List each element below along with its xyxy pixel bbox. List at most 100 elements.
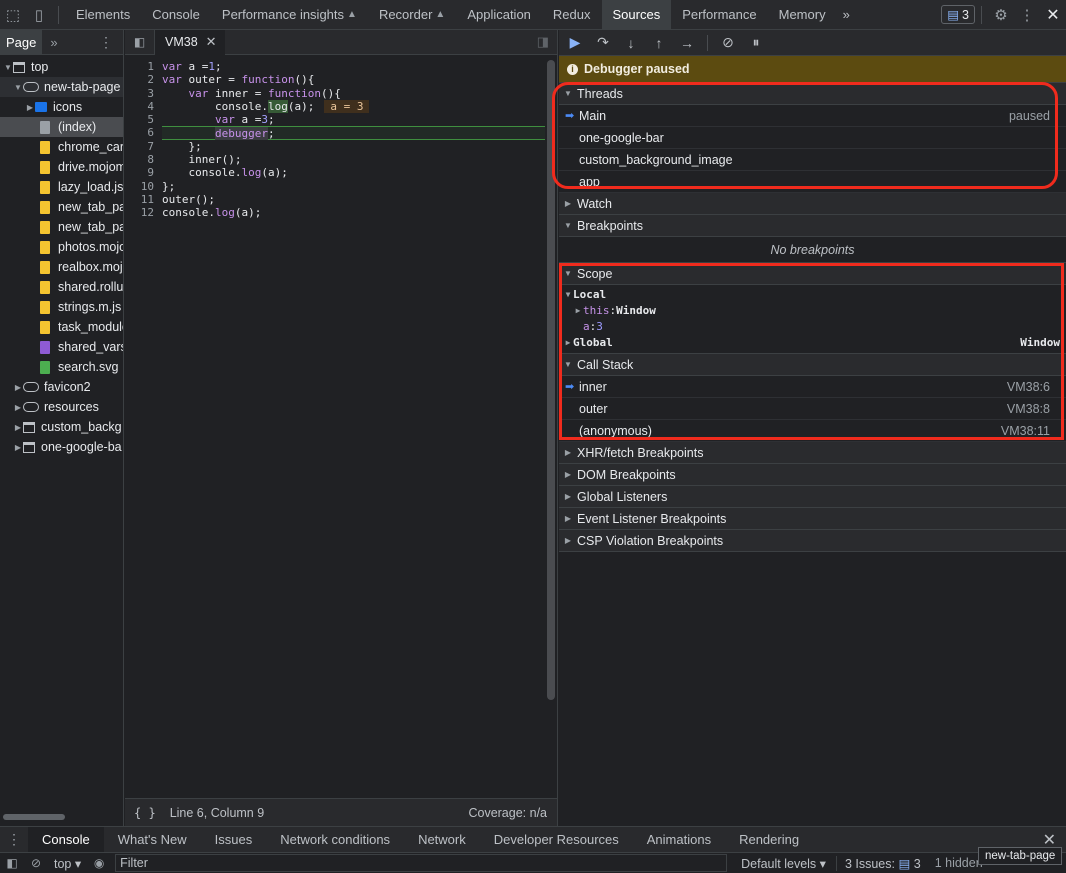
tree-item-file[interactable]: new_tab_pa <box>0 217 123 237</box>
breakpoints-section-header[interactable]: ▼ Breakpoints <box>559 215 1066 237</box>
tree-item-file[interactable]: realbox.mojo <box>0 257 123 277</box>
drawer-tab-animations[interactable]: Animations <box>633 827 725 853</box>
sidebar-toggle-icon[interactable]: ◧ <box>0 856 24 870</box>
close-icon[interactable]: ✕ <box>1040 0 1066 30</box>
device-toolbar-icon[interactable]: ▯ <box>26 0 52 30</box>
issues-label: 3 Issues: <box>844 856 895 871</box>
cloud-icon <box>23 382 39 392</box>
tab-performance-insights[interactable]: Performance insights ▲ <box>211 0 368 30</box>
tab-redux[interactable]: Redux <box>542 0 602 30</box>
paused-message: Debugger paused <box>584 62 690 76</box>
horizontal-scrollbar[interactable] <box>3 814 65 820</box>
drawer-tab-console[interactable]: Console <box>28 826 104 853</box>
tree-item-new-tab-page[interactable]: ▼ new-tab-page <box>0 77 123 97</box>
drawer-tab-network-conditions[interactable]: Network conditions <box>266 827 404 853</box>
editor-tab-bar: ◧ VM38 ✕ ◨ <box>125 29 557 55</box>
kebab-menu-icon[interactable]: ⋮ <box>0 831 28 848</box>
tree-item-file[interactable]: photos.mojo <box>0 237 123 257</box>
tree-item-label: drive.mojom <box>58 160 123 174</box>
tab-recorder[interactable]: Recorder ▲ <box>368 0 456 30</box>
kebab-menu-icon[interactable]: ⋮ <box>1014 0 1040 30</box>
close-icon[interactable]: ✕ <box>206 34 217 50</box>
more-tabs-button[interactable]: » <box>837 0 856 30</box>
resume-icon[interactable]: ▶ <box>567 34 583 51</box>
watch-section-header[interactable]: ▶ Watch <box>559 193 1066 215</box>
code-area[interactable]: 1 var a =1; 2 var outer = function(){ 3 va… <box>125 60 545 220</box>
code-text: outer(); <box>162 192 215 206</box>
code-line: 2 var outer = function(){ <box>125 73 545 86</box>
line-number: 8 <box>147 153 154 167</box>
issues-badge[interactable]: ▤ 3 <box>941 5 975 24</box>
deactivate-breakpoints-icon[interactable]: ⊘ <box>720 34 736 51</box>
drawer-tab-bar: ⋮ Console What's New Issues Network cond… <box>0 826 1066 853</box>
tree-item-label: lazy_load.js <box>58 180 123 194</box>
xhr-breakpoints-section-header[interactable]: ▶ XHR/fetch Breakpoints <box>559 442 1066 464</box>
csp-violation-breakpoints-section-header[interactable]: ▶ CSP Violation Breakpoints <box>559 530 1066 552</box>
tree-item-file[interactable]: new_tab_pa <box>0 197 123 217</box>
hover-tooltip: new-tab-page <box>978 847 1063 865</box>
drawer-tab-network[interactable]: Network <box>404 827 480 853</box>
tree-item-file[interactable]: strings.m.js <box>0 297 123 317</box>
drawer-tab-rendering[interactable]: Rendering <box>725 827 813 853</box>
kebab-menu-icon[interactable]: ⋮ <box>99 34 113 51</box>
inspect-element-icon[interactable]: ⬚ <box>0 0 26 30</box>
js-file-icon <box>40 240 50 254</box>
drawer-tab-developer-resources[interactable]: Developer Resources <box>480 827 633 853</box>
tree-item-custom-background[interactable]: ▶ custom_backg <box>0 417 123 437</box>
tab-sources[interactable]: Sources <box>601 0 672 30</box>
frame-icon <box>13 61 25 73</box>
filter-input[interactable] <box>115 854 728 872</box>
pause-on-exceptions-icon[interactable]: ⏸ <box>748 34 764 51</box>
log-levels-dropdown[interactable]: Default levels ▾ <box>735 856 832 871</box>
eye-icon[interactable]: ◉ <box>87 856 111 870</box>
tab-memory[interactable]: Memory <box>768 0 837 30</box>
collapsed-triangle-icon: ▶ <box>564 492 572 501</box>
step-out-icon[interactable]: ↑ <box>651 35 667 51</box>
tree-item-file[interactable]: shared.rollup <box>0 277 123 297</box>
more-navigator-tabs[interactable]: » <box>50 35 57 50</box>
tab-performance[interactable]: Performance <box>671 0 767 30</box>
tab-page[interactable]: Page <box>0 29 43 55</box>
tree-item-top[interactable]: ▼ top <box>0 57 123 77</box>
tree-item-file[interactable]: shared_vars <box>0 337 123 357</box>
tree-item-resources[interactable]: ▶ resources <box>0 397 123 417</box>
tab-console[interactable]: Console <box>141 0 211 30</box>
tree-item-one-google-bar[interactable]: ▶ one-google-ba <box>0 437 123 457</box>
debugger-toolbar: ▶ ↷ ↓ ↑ → ⊘ ⏸ <box>559 30 1066 56</box>
tree-item-file[interactable]: drive.mojom <box>0 157 123 177</box>
collapsed-triangle-icon: ▶ <box>564 514 572 523</box>
event-listener-breakpoints-section-header[interactable]: ▶ Event Listener Breakpoints <box>559 508 1066 530</box>
tree-item-file[interactable]: task_module <box>0 317 123 337</box>
folder-icon <box>35 102 47 112</box>
editor-status-bar: { } Line 6, Column 9 Coverage: n/a <box>125 798 557 826</box>
code-text: console.log(a); <box>162 166 288 180</box>
tree-item-file[interactable]: lazy_load.js <box>0 177 123 197</box>
cursor-position: Line 6, Column 9 <box>169 805 265 820</box>
tree-item-file[interactable]: chrome_cart <box>0 137 123 157</box>
toggle-navigator-icon[interactable]: ◧ <box>125 29 155 55</box>
drawer-tab-whats-new[interactable]: What's New <box>104 827 201 853</box>
section-title: Event Listener Breakpoints <box>577 511 727 526</box>
step-over-icon[interactable]: ↷ <box>595 34 611 51</box>
tab-application[interactable]: Application <box>456 0 542 30</box>
editor-file-tab[interactable]: VM38 ✕ <box>155 29 225 55</box>
clear-console-icon[interactable]: ⊘ <box>24 856 48 870</box>
code-line: 1 var a =1; <box>125 60 545 73</box>
collapsed-triangle-icon: ▶ <box>564 448 572 457</box>
drawer-tab-issues[interactable]: Issues <box>201 827 267 853</box>
context-selector[interactable]: top ▾ <box>48 856 87 871</box>
step-into-icon[interactable]: ↓ <box>623 35 639 51</box>
global-listeners-section-header[interactable]: ▶ Global Listeners <box>559 486 1066 508</box>
tree-item-icons[interactable]: ▶ icons <box>0 97 123 117</box>
gear-icon[interactable]: ⚙ <box>988 0 1014 30</box>
tree-item-file[interactable]: search.svg <box>0 357 123 377</box>
step-icon[interactable]: → <box>679 35 695 51</box>
tab-elements[interactable]: Elements <box>65 0 141 30</box>
line-number: 7 <box>147 139 154 153</box>
pretty-print-button[interactable]: { } <box>134 806 156 820</box>
toggle-debugger-icon[interactable]: ◨ <box>537 34 549 50</box>
tree-item-index[interactable]: (index) <box>0 117 123 137</box>
tree-item-favicon2[interactable]: ▶ favicon2 <box>0 377 123 397</box>
dom-breakpoints-section-header[interactable]: ▶ DOM Breakpoints <box>559 464 1066 486</box>
issues-counter[interactable]: 3 Issues: ▤ 3 <box>835 855 921 871</box>
